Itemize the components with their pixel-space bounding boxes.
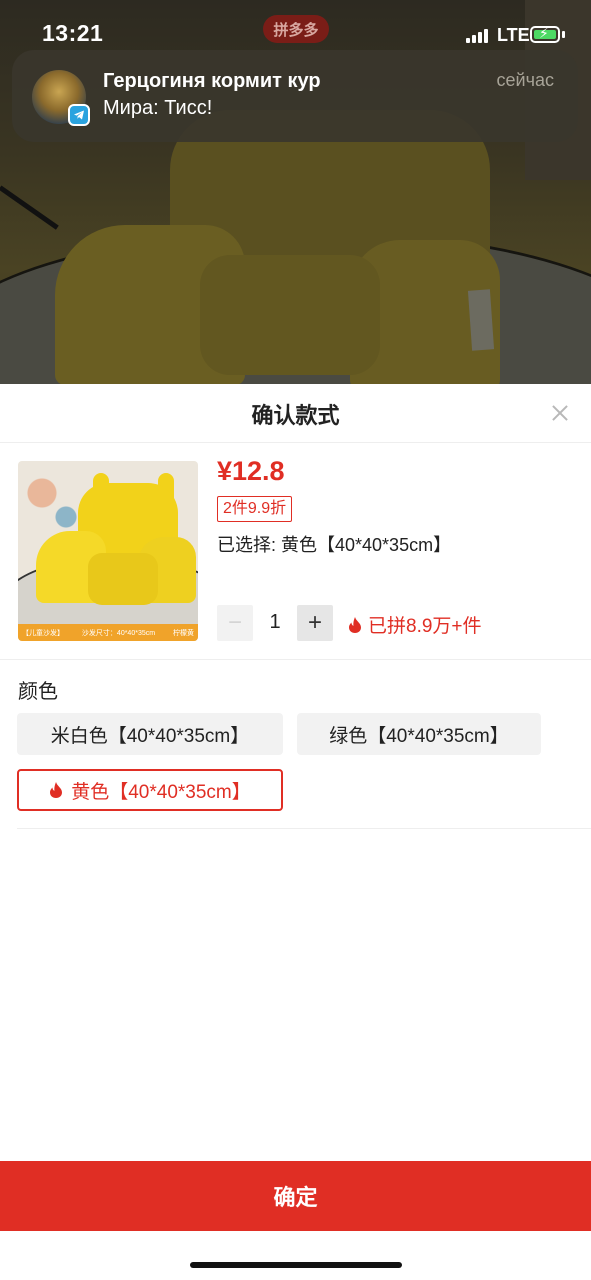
quantity-value[interactable]: 1 (262, 611, 288, 634)
thumbnail-caption-right: 柠檬黄 (172, 629, 194, 637)
thumbnail-caption-left: 【儿童沙发】 (22, 629, 64, 637)
sold-count: 已拼8.9万+件 (348, 611, 482, 638)
color-option-label: 黄色【40*40*35cm】 (71, 781, 251, 803)
color-option-offwhite[interactable]: 米白色【40*40*35cm】 (17, 713, 283, 755)
divider (0, 659, 591, 660)
flame-icon (49, 782, 63, 798)
background-chair-leg (0, 185, 59, 230)
network-label: LTE (497, 25, 530, 45)
flame-icon (348, 616, 362, 633)
color-option-label: 绿色【40*40*35cm】 (329, 725, 509, 747)
close-icon[interactable] (543, 396, 577, 430)
divider (17, 828, 591, 829)
thumbnail-sofa-seat (88, 553, 158, 605)
product-price: ¥12.8 (217, 456, 285, 486)
sheet-header: 确认款式 (0, 384, 591, 443)
color-option-green[interactable]: 绿色【40*40*35cm】 (297, 713, 541, 755)
quantity-decrease-button[interactable]: − (217, 605, 253, 641)
status-time: 13:21 (42, 20, 104, 46)
sheet-title: 确认款式 (251, 403, 340, 428)
color-option-yellow-selected[interactable]: 黄色【40*40*35cm】 (17, 769, 283, 811)
thumbnail-caption-mid: 沙发尺寸：40*40*35cm (81, 629, 156, 637)
notification-title: Герцогиня кормит кур (103, 70, 321, 92)
notification-banner[interactable]: Герцогиня кормит кур Мира: Тисс! сейчас (12, 50, 578, 142)
color-option-label: 米白色【40*40*35cm】 (50, 725, 250, 747)
background-sofa-tag (467, 289, 495, 351)
background-sofa-seat (200, 255, 380, 375)
notification-time: сейчас (496, 70, 554, 90)
confirm-button[interactable]: 确定 (0, 1161, 591, 1231)
sold-count-label: 已拼8.9万+件 (368, 616, 482, 637)
quantity-increase-button[interactable]: + (297, 605, 333, 641)
home-indicator[interactable] (190, 1262, 402, 1268)
notification-body: Мира: Тисс! (103, 97, 213, 119)
color-section-label: 颜色 (18, 681, 58, 703)
battery-cap (562, 31, 565, 38)
style-selection-sheet: 确认款式 【儿童沙发】 沙发尺寸：40*40*35cm 柠檬黄 ¥12.8 2件… (0, 384, 591, 1280)
telegram-icon (68, 104, 90, 126)
signal-icon (466, 29, 492, 43)
battery-icon: ⚡ (530, 25, 560, 43)
product-thumbnail[interactable]: 【儿童沙发】 沙发尺寸：40*40*35cm 柠檬黄 (18, 461, 198, 641)
thumbnail-caption: 【儿童沙发】 沙发尺寸：40*40*35cm 柠檬黄 (18, 624, 198, 641)
discount-badge: 2件9.9折 (217, 496, 293, 522)
selected-variant: 已选择: 黄色【40*40*35cm】 (217, 535, 452, 555)
